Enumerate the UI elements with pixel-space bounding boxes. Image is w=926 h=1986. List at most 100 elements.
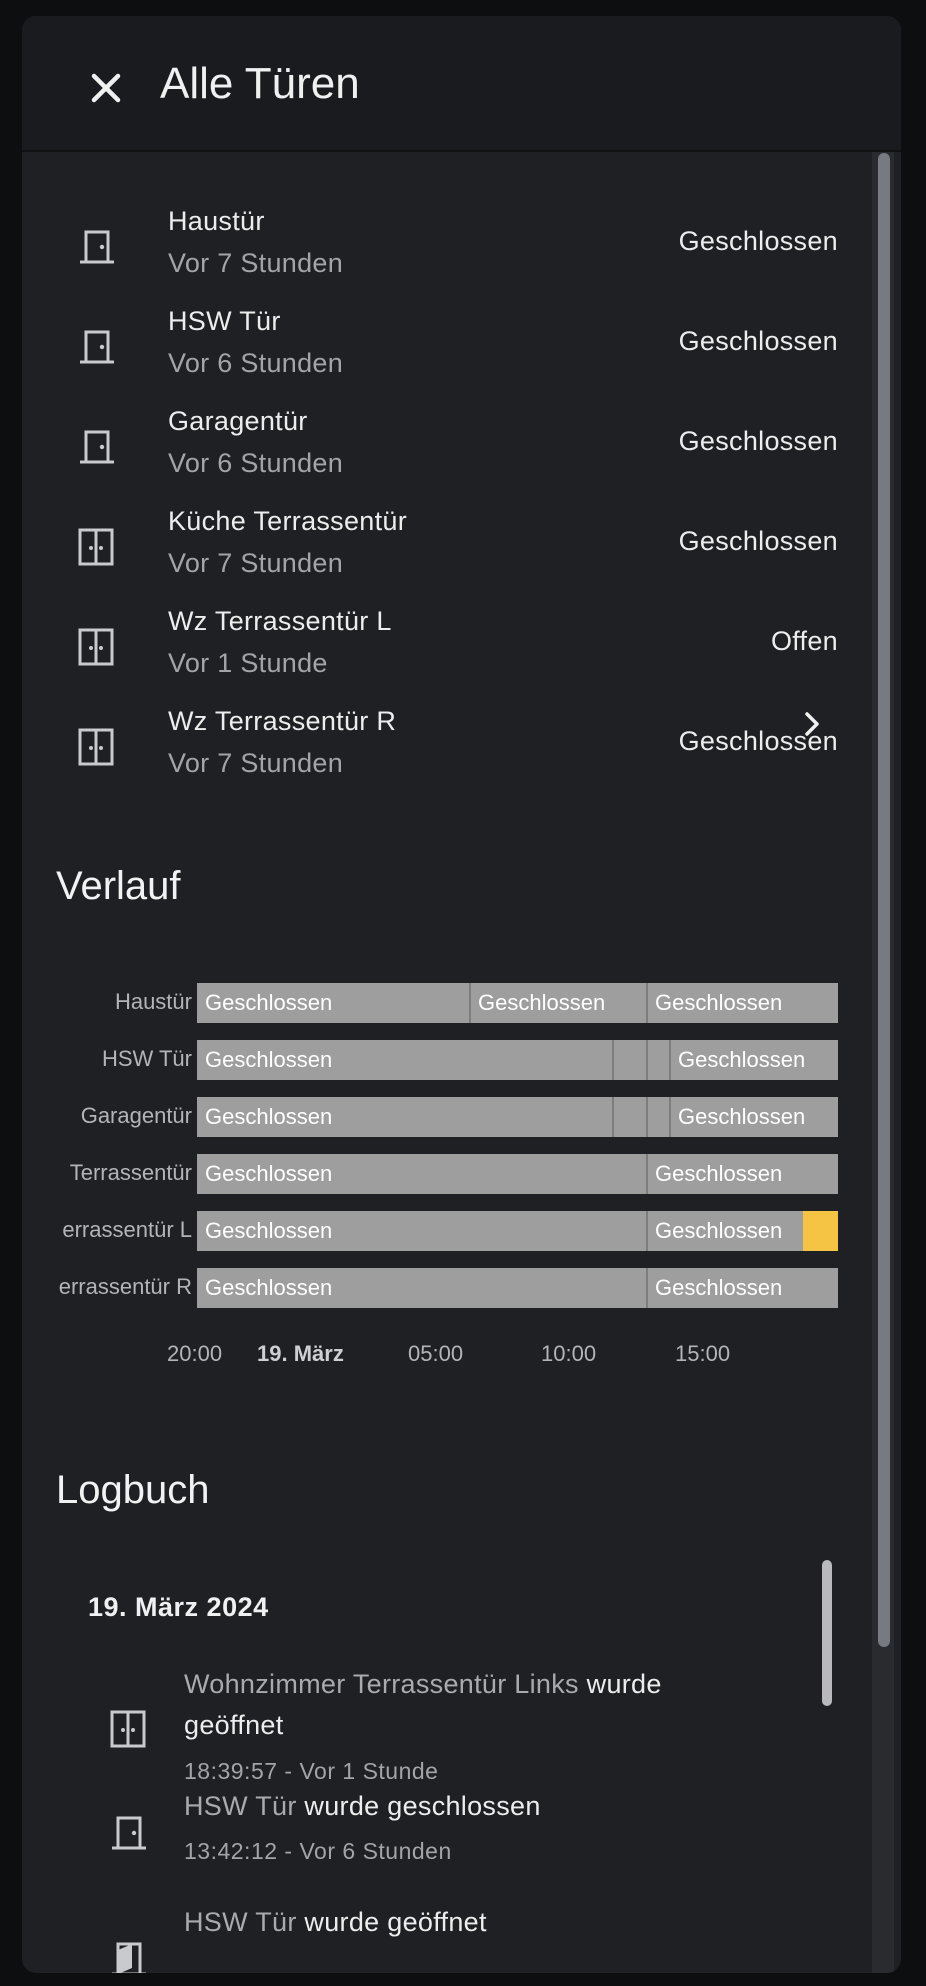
timeline-bar[interactable]: Geschlossen Geschlossen (197, 1268, 838, 1308)
timeline-row[interactable]: Garagentür Geschlossen Geschlossen (22, 1097, 872, 1137)
logbook-entry-text: HSW Tür wurde geschlossen (184, 1786, 744, 1827)
timeline-row[interactable]: Terrassentür Geschlossen Geschlossen (22, 1154, 872, 1194)
door-open-icon (106, 1936, 150, 1973)
logbook-action: wurde geschlossen (304, 1791, 541, 1821)
history-more-button[interactable] (792, 704, 832, 744)
timeline-divider (646, 1040, 648, 1080)
door-row-kueche[interactable]: Küche Terrassentür Vor 7 Stunden Geschlo… (22, 496, 872, 596)
door-row-haustuer[interactable]: Haustür Vor 7 Stunden Geschlossen (22, 196, 872, 296)
timeline-tick: 19. März (257, 1341, 344, 1366)
double-door-icon (74, 724, 118, 768)
timeline-bar[interactable]: Geschlossen Geschlossen Geschlossen (197, 983, 838, 1023)
timeline-bar[interactable]: Geschlossen Geschlossen (197, 1040, 838, 1080)
timeline-segment-label: Geschlossen (655, 1161, 783, 1186)
door-name: Wz Terrassentür R (168, 706, 397, 736)
timeline-bar[interactable]: Geschlossen Geschlossen (197, 1097, 838, 1137)
timeline-label: errassentür R (58, 1274, 192, 1299)
timeline-divider (669, 1097, 671, 1137)
timeline-divider (646, 1211, 648, 1251)
timeline-row[interactable]: errassentür L Geschlossen Geschlossen (22, 1211, 872, 1251)
door-row-wz-r[interactable]: Wz Terrassentür R Vor 7 Stunden Geschlos… (22, 696, 872, 796)
timeline-tick: 15:00 (675, 1341, 731, 1366)
timeline-label: Garagentür (80, 1103, 192, 1128)
door-state: Geschlossen (678, 526, 838, 556)
dialog-title: Alle Türen (160, 59, 360, 108)
timeline-row[interactable]: HSW Tür Geschlossen Geschlossen (22, 1040, 872, 1080)
door-row-garage[interactable]: Garagentür Vor 6 Stunden Geschlossen (22, 396, 872, 496)
logbook-entry-text: Wohnzimmer Terrassentür Links wurde geöf… (184, 1664, 744, 1746)
timeline-segment-label: Geschlossen (205, 1047, 333, 1072)
timeline-segment-label: Geschlossen (205, 1218, 333, 1243)
scrollbar-thumb[interactable] (878, 153, 890, 1647)
close-icon (91, 73, 121, 103)
timeline-segment-label: Geschlossen (655, 1275, 783, 1300)
logbook-entry-text: HSW Tür wurde geöffnet (184, 1902, 744, 1943)
timeline-segment-label: Geschlossen (478, 990, 606, 1015)
timeline-segment-label: Geschlossen (655, 1218, 783, 1243)
timeline-label: HSW Tür (101, 1046, 192, 1071)
logbook-entry[interactable]: Wohnzimmer Terrassentür Links wurde geöf… (22, 1652, 872, 1784)
door-closed-icon (74, 424, 118, 468)
timeline-divider (646, 1268, 648, 1308)
logbook-entity-link[interactable]: Wohnzimmer Terrassentür Links (184, 1669, 579, 1699)
timeline-bar[interactable]: Geschlossen Geschlossen (197, 1154, 838, 1194)
timeline-divider (669, 1040, 671, 1080)
timeline-divider (646, 1154, 648, 1194)
door-closed-icon (74, 224, 118, 268)
door-closed-icon (106, 1810, 150, 1854)
door-row-hsw[interactable]: HSW Tür Vor 6 Stunden Geschlossen (22, 296, 872, 396)
logbook-entity-link[interactable]: HSW Tür (184, 1907, 297, 1937)
logbook-entry-meta: 18:39:57 - Vor 1 Stunde (184, 1758, 439, 1784)
timeline-segment-label: Geschlossen (205, 1104, 333, 1129)
timeline-divider (646, 1097, 648, 1137)
timeline-divider (612, 1097, 614, 1137)
timeline-segment-label: Geschlossen (205, 1161, 333, 1186)
door-name: Garagentür (168, 406, 308, 436)
timeline-segment-label: Geschlossen (205, 990, 333, 1015)
logbook-title: Logbuch (56, 1468, 210, 1512)
timeline-label: errassentür L (62, 1217, 192, 1242)
door-name: Küche Terrassentür (168, 506, 408, 536)
logbook-entry[interactable]: HSW Tür wurde geschlossen 13:42:12 - Vor… (22, 1791, 872, 1878)
door-time: Vor 7 Stunden (168, 548, 344, 578)
chevron-right-icon (805, 712, 819, 736)
dialog-header: Alle Türen (22, 16, 901, 152)
close-button[interactable] (82, 64, 130, 112)
timeline-label: Haustür (114, 989, 192, 1014)
timeline-open-segment[interactable] (803, 1211, 838, 1251)
timeline-row[interactable]: Haustür Geschlossen Geschlossen Geschlos… (22, 983, 872, 1023)
door-name: Wz Terrassentür L (168, 606, 392, 636)
door-name: Haustür (168, 206, 265, 236)
logbook-entry-meta: 13:42:12 - Vor 6 Stunden (184, 1838, 452, 1864)
history-title[interactable]: Verlauf (56, 864, 181, 909)
door-state: Offen (770, 626, 838, 656)
timeline-tick: 10:00 (541, 1341, 597, 1366)
double-door-icon (106, 1706, 150, 1750)
timeline-segment-label: Geschlossen (678, 1047, 806, 1072)
door-state: Geschlossen (678, 426, 838, 456)
timeline-tick: 20:00 (167, 1341, 223, 1366)
logbook-entity-link[interactable]: HSW Tür (184, 1791, 297, 1821)
timeline-divider (469, 983, 471, 1023)
door-time: Vor 6 Stunden (168, 348, 344, 378)
door-row-wz-l[interactable]: Wz Terrassentür L Vor 1 Stunde Offen (22, 596, 872, 696)
door-time: Vor 1 Stunde (168, 648, 328, 678)
door-state: Geschlossen (678, 326, 838, 356)
door-time: Vor 6 Stunden (168, 448, 344, 478)
timeline-segment-label: Geschlossen (655, 990, 783, 1015)
door-time: Vor 7 Stunden (168, 748, 344, 778)
doors-dialog: Alle Türen Haustür Vor 7 Stunden Geschlo… (22, 16, 901, 1973)
logbook-entry[interactable]: HSW Tür wurde geöffnet (22, 1907, 872, 1973)
door-closed-icon (74, 324, 118, 368)
timeline-tick: 05:00 (408, 1341, 464, 1366)
door-name: HSW Tür (168, 306, 281, 336)
double-door-icon (74, 524, 118, 568)
door-time: Vor 7 Stunden (168, 248, 344, 278)
timeline-bar[interactable]: Geschlossen Geschlossen (197, 1211, 838, 1251)
timeline-row[interactable]: errassentür R Geschlossen Geschlossen (22, 1268, 872, 1308)
timeline-label: Terrassentür (69, 1160, 192, 1185)
double-door-icon (74, 624, 118, 668)
timeline-divider (612, 1040, 614, 1080)
timeline-divider (646, 983, 648, 1023)
door-state: Geschlossen (678, 226, 838, 256)
